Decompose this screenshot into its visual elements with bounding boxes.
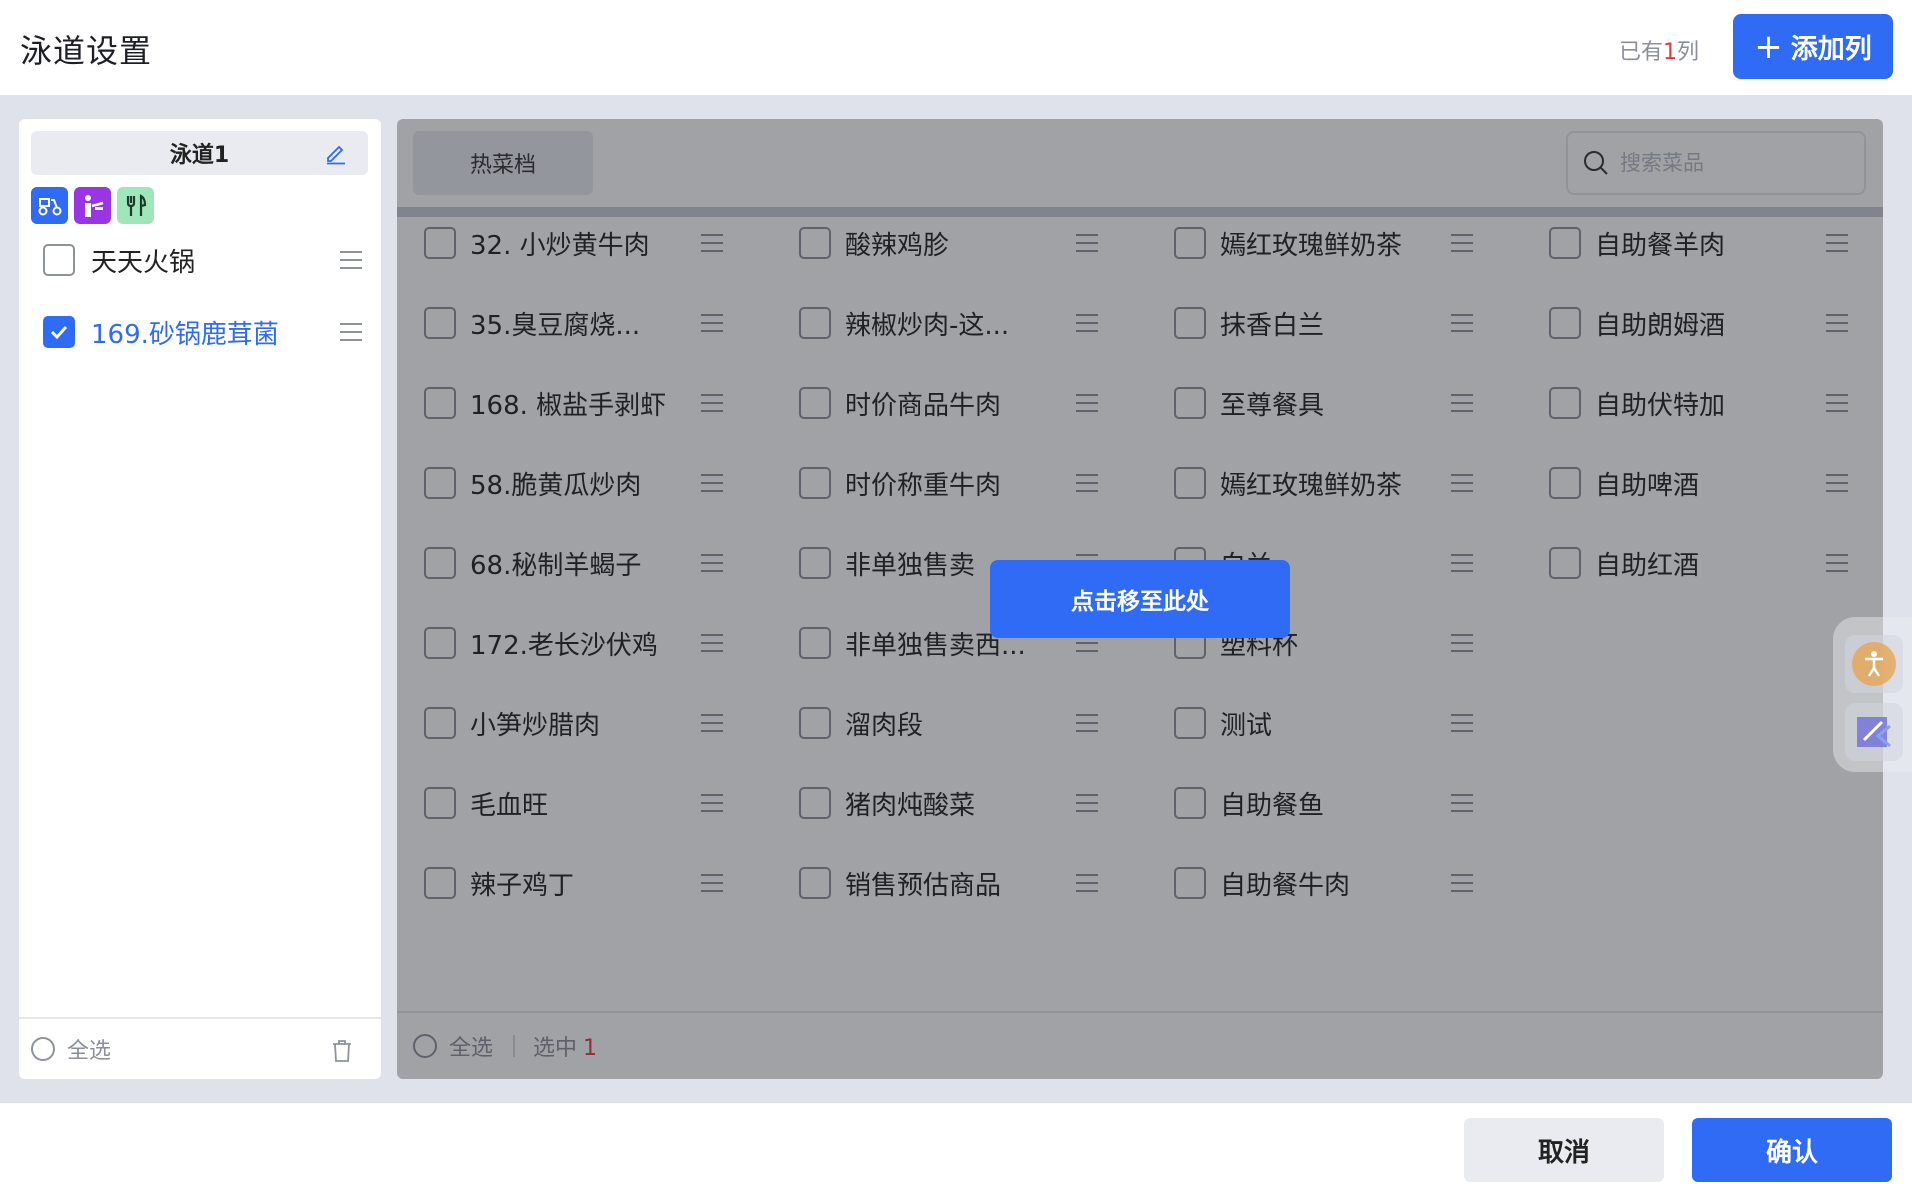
checkmark-icon xyxy=(50,325,68,340)
bottom-bar: 取消 确认 xyxy=(0,1103,1912,1198)
cancel-button[interactable]: 取消 xyxy=(1464,1118,1664,1182)
side-widget xyxy=(1833,617,1912,772)
drag-handle-icon[interactable] xyxy=(339,250,363,270)
lane-name: 泳道1 xyxy=(169,143,230,168)
select-all-label: 全选 xyxy=(67,1039,112,1064)
column-count-value: 1 xyxy=(1662,40,1677,65)
lane-item-label: 天天火锅 xyxy=(91,247,196,278)
accessibility-button[interactable] xyxy=(1845,635,1903,693)
column-count-prefix: 已有 xyxy=(1618,40,1663,65)
lane-item-label: 169.砂锅鹿茸菌 xyxy=(91,319,279,350)
accessibility-icon xyxy=(1852,642,1896,686)
channel-icons xyxy=(31,187,154,224)
lane-item-checkbox[interactable] xyxy=(43,316,75,348)
drag-handle-icon[interactable] xyxy=(339,322,363,342)
confirm-button[interactable]: 确认 xyxy=(1692,1118,1892,1182)
column-count-suffix: 列 xyxy=(1676,40,1699,65)
lane-item[interactable]: 天天火锅 xyxy=(43,240,363,280)
dine-in-fork-knife-icon xyxy=(117,187,154,224)
lane-footer: 全选 xyxy=(19,1017,381,1079)
add-column-button[interactable]: + 添加列 xyxy=(1733,14,1893,79)
feedback-button[interactable] xyxy=(1845,703,1903,761)
delivery-scooter-icon xyxy=(31,187,68,224)
lane-item-checkbox[interactable] xyxy=(43,244,75,276)
header: 泳道设置 已有1列 + 添加列 xyxy=(0,0,1912,95)
trash-icon[interactable] xyxy=(331,1039,353,1063)
lane-item[interactable]: 169.砂锅鹿茸菌 xyxy=(43,312,363,352)
add-column-label: 添加列 xyxy=(1790,34,1872,65)
plus-icon: + xyxy=(1754,26,1783,67)
page-title: 泳道设置 xyxy=(20,32,153,70)
move-here-button[interactable]: 点击移至此处 xyxy=(990,560,1290,638)
lane-header: 泳道1 xyxy=(31,131,368,175)
edit-icon[interactable] xyxy=(324,141,348,165)
select-all-checkbox[interactable] xyxy=(31,1037,55,1061)
feedback-icon xyxy=(1857,717,1891,748)
column-count: 已有1列 xyxy=(1619,34,1699,66)
lane-panel: 泳道1 天天火锅 169.砂锅鹿茸菌 全选 xyxy=(19,119,381,1079)
waiter-icon xyxy=(74,187,111,224)
